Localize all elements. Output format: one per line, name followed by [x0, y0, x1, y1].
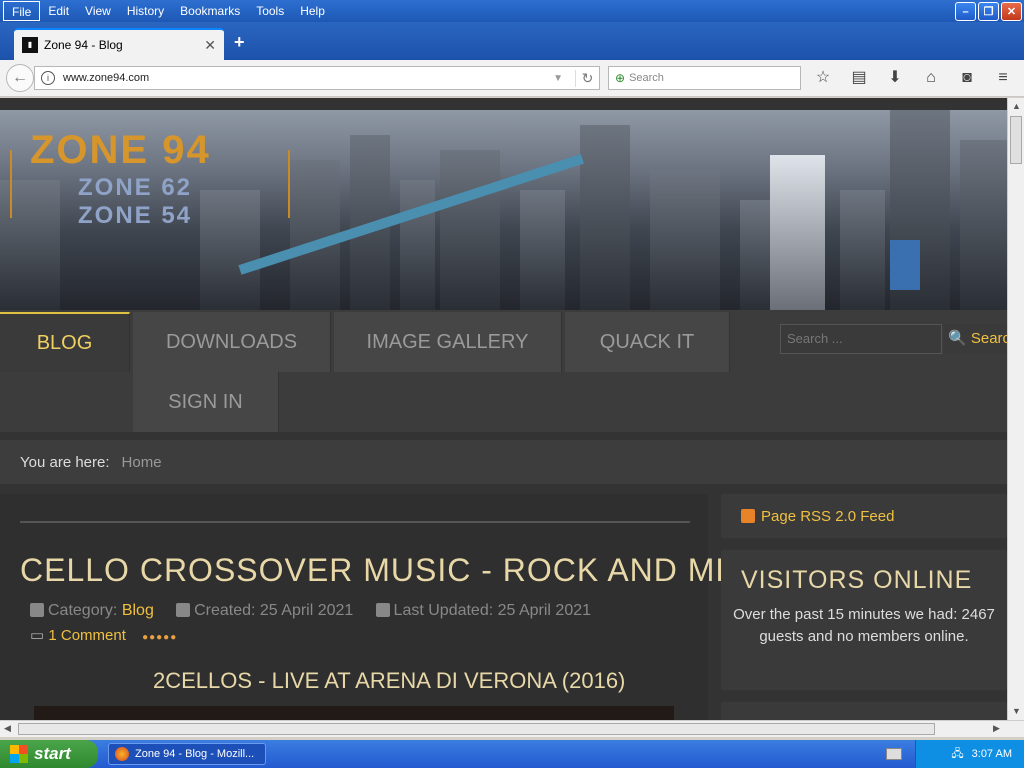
browser-window: File Edit View History Bookmarks Tools H… [0, 0, 1024, 740]
dropdown-icon[interactable]: ▼ [553, 73, 563, 84]
menu-bookmarks[interactable]: Bookmarks [172, 1, 248, 21]
home-icon[interactable]: ⌂ [918, 66, 944, 90]
site-navigation: BLOG DOWNLOADS IMAGE GALLERY QUACK IT SI… [0, 310, 1007, 432]
scroll-right-icon[interactable]: ▶ [993, 723, 1000, 734]
search-icon: 🔍 [948, 330, 967, 347]
logo-sub2: ZONE 54 [78, 202, 193, 229]
nav-image-gallery[interactable]: IMAGE GALLERY [334, 312, 562, 372]
info-icon[interactable]: i [41, 71, 55, 85]
rss-icon [741, 509, 755, 523]
tab-strip: ▮ Zone 94 - Blog ✕ + [0, 22, 1024, 60]
article-panel: CELLO CROSSOVER MUSIC - ROCK AND METAL C… [0, 494, 796, 720]
reading-list-icon[interactable]: ▤ [846, 66, 872, 90]
vertical-scrollbar[interactable]: ▲ ▼ [1007, 98, 1024, 720]
site-search-label: Search [970, 330, 1007, 347]
menu-file[interactable]: File [3, 1, 41, 21]
rss-link[interactable]: Page RSS 2.0 Feed [761, 508, 894, 525]
scroll-left-icon[interactable]: ◀ [4, 723, 11, 734]
new-tab-icon[interactable]: + [234, 32, 245, 53]
visitors-panel: VISITORS ONLINE Over the past 15 minutes… [721, 550, 1007, 690]
navigation-toolbar: ← i www.zone94.com ▼ ↻ ⊕ Search ☆ ▤ ⬇ ⌂ … [0, 60, 1024, 97]
visitors-title: VISITORS ONLINE [741, 566, 973, 594]
sidebar-panel [721, 702, 1007, 720]
menu-tools[interactable]: Tools [248, 1, 292, 21]
calendar-icon [375, 603, 390, 617]
back-arrow-icon[interactable]: ← [6, 64, 34, 92]
article-meta: Category: Blog Created: 25 April 2021 La… [30, 602, 591, 620]
close-button[interactable]: ✕ [1001, 2, 1022, 21]
nav-quack-it[interactable]: QUACK IT [565, 312, 730, 372]
site-search-button[interactable]: 🔍 Search [944, 324, 1007, 354]
breadcrumb: You are here: Home [0, 440, 1007, 484]
start-label: start [34, 744, 71, 763]
taskbar-item-firefox[interactable]: Zone 94 - Blog - Mozill... [108, 743, 266, 765]
clock[interactable]: 3:07 AM [972, 748, 1012, 760]
keyboard-icon[interactable] [886, 748, 902, 760]
rss-panel: Page RSS 2.0 Feed [721, 494, 1007, 538]
tab-zone94[interactable]: ▮ Zone 94 - Blog ✕ [14, 28, 224, 60]
divider [20, 521, 690, 523]
close-tab-icon[interactable]: ✕ [204, 37, 216, 54]
category-icon [30, 603, 44, 617]
breadcrumb-label: You are here: [20, 453, 110, 471]
video-embed[interactable] [34, 706, 674, 720]
breadcrumb-home: Home [121, 453, 162, 471]
comments-link[interactable]: 1 Comment [48, 627, 126, 644]
windows-logo-icon [10, 745, 28, 763]
tab-title: Zone 94 - Blog [44, 38, 123, 52]
site-logo[interactable]: ZONE 94 [30, 128, 211, 173]
taskbar: start Zone 94 - Blog - Mozill... 🖧 3:07 … [0, 740, 1024, 768]
site-banner: ZONE 94 ZONE 62 ZONE 54 [0, 110, 1007, 310]
menu-view[interactable]: View [77, 1, 119, 21]
url-text[interactable]: www.zone94.com [63, 72, 149, 84]
restore-button[interactable]: ❐ [978, 2, 999, 21]
site-favicon-icon: ▮ [22, 37, 38, 53]
minimize-button[interactable]: – [955, 2, 976, 21]
search-engine-icon[interactable]: ⊕ [615, 71, 625, 85]
category-link[interactable]: Blog [122, 602, 154, 619]
web-page: ZONE 94 ZONE 62 ZONE 54 BLOG DOWNLOADS I… [0, 98, 1007, 720]
billboard-graphic [890, 240, 920, 290]
scroll-down-icon[interactable]: ▼ [1012, 706, 1021, 716]
menu-bar: File Edit View History Bookmarks Tools H… [0, 0, 1024, 22]
taskbar-item-label: Zone 94 - Blog - Mozill... [135, 748, 255, 760]
site-search-input[interactable]: Search ... [780, 324, 942, 354]
browser-search-input[interactable]: ⊕ Search [608, 66, 801, 90]
visitors-text: Over the past 15 minutes we had: 2467 gu… [733, 606, 995, 645]
article-meta-2: ▭ 1 Comment ●●●●● [30, 626, 177, 644]
vertical-scroll-thumb[interactable] [1010, 116, 1022, 164]
horizontal-scrollbar[interactable]: ◀ ▶ [0, 720, 1024, 737]
comment-icon: ▭ [30, 627, 45, 644]
browser-search-placeholder: Search [629, 72, 664, 84]
hamburger-menu-icon[interactable]: ≡ [990, 66, 1016, 90]
url-bar[interactable]: i www.zone94.com ▼ ↻ [34, 66, 600, 90]
logo-sub1: ZONE 62 [78, 174, 193, 201]
created-date: Created: 25 April 2021 [194, 602, 354, 619]
category-label: Category: [48, 602, 118, 619]
menu-help[interactable]: Help [292, 1, 333, 21]
updated-date: Last Updated: 25 April 2021 [393, 602, 592, 619]
menu-history[interactable]: History [119, 1, 172, 21]
calendar-icon [176, 603, 191, 617]
firefox-icon [115, 747, 129, 761]
nav-downloads[interactable]: DOWNLOADS [133, 312, 331, 372]
reload-icon[interactable]: ↻ [575, 69, 599, 87]
horizontal-scroll-thumb[interactable] [18, 723, 935, 735]
nav-blog[interactable]: BLOG [0, 312, 130, 372]
pocket-icon[interactable]: ◙ [954, 66, 980, 90]
scroll-up-icon[interactable]: ▲ [1012, 101, 1021, 111]
system-tray: 🖧 3:07 AM [915, 740, 1024, 768]
bookmark-star-icon[interactable]: ☆ [810, 66, 836, 90]
article-title[interactable]: CELLO CROSSOVER MUSIC - ROCK AND METAL [20, 552, 797, 589]
menu-edit[interactable]: Edit [40, 1, 77, 21]
network-icon[interactable]: 🖧 [951, 745, 963, 764]
rating-stars-icon[interactable]: ●●●●● [142, 632, 177, 643]
nav-sign-in[interactable]: SIGN IN [133, 372, 279, 432]
article-subtitle: 2CELLOS - LIVE AT ARENA DI VERONA (2016) [153, 668, 626, 693]
start-button[interactable]: start [0, 740, 98, 768]
download-icon[interactable]: ⬇ [882, 66, 908, 90]
